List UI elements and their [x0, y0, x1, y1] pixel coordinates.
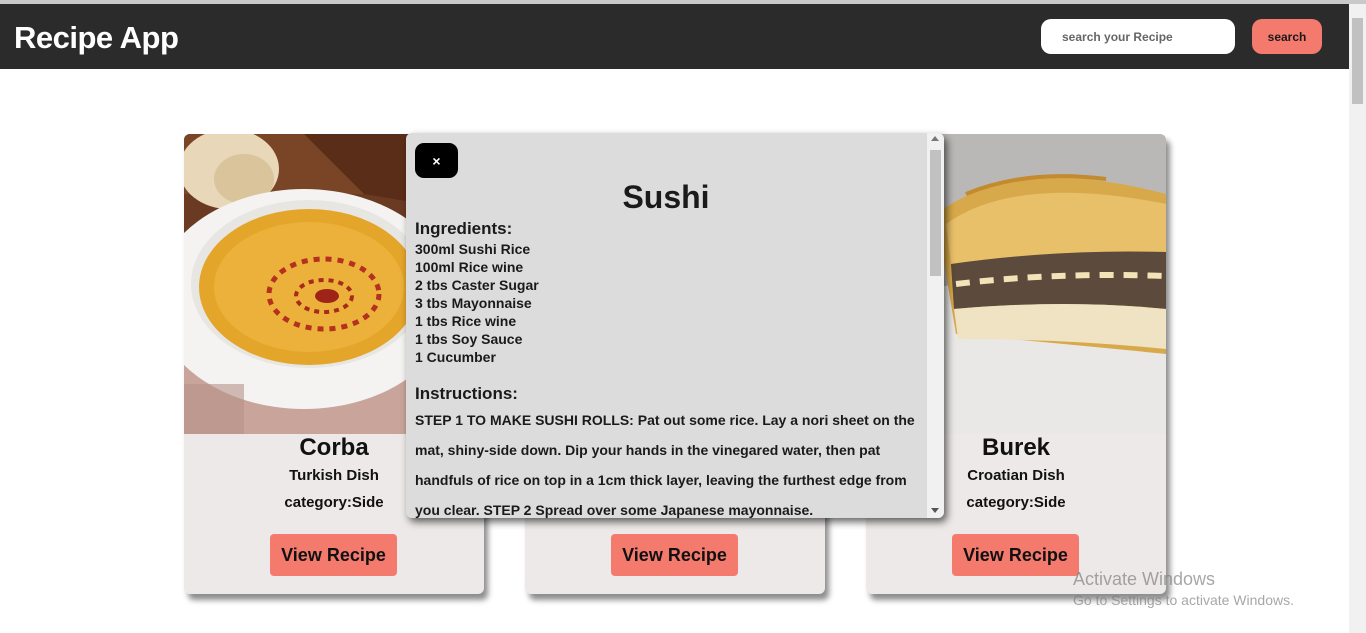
search-input[interactable] [1041, 19, 1235, 54]
scroll-down-arrow-icon[interactable] [931, 508, 939, 513]
modal-scrollbar[interactable] [927, 133, 944, 518]
modal-scrollbar-thumb[interactable] [930, 150, 941, 276]
instructions-heading: Instructions: [415, 384, 518, 403]
view-recipe-button-sushi[interactable]: View Recipe [611, 534, 738, 576]
instructions-text: STEP 1 TO MAKE SUSHI ROLLS: Pat out some… [415, 412, 915, 518]
app-title: Recipe App [14, 20, 179, 55]
view-recipe-button-burek[interactable]: View Recipe [952, 534, 1079, 576]
ingredient-item: 1 tbs Soy Sauce [415, 331, 523, 347]
ingredient-item: 1 Cucumber [415, 349, 496, 365]
watermark-subtitle: Go to Settings to activate Windows. [1073, 592, 1294, 608]
activate-windows-watermark: Activate Windows Go to Settings to activ… [1073, 569, 1294, 608]
close-button[interactable]: × [415, 143, 458, 178]
page-scrollbar-thumb[interactable] [1352, 18, 1363, 104]
ingredient-item: 2 tbs Caster Sugar [415, 277, 539, 293]
search-button[interactable]: search [1252, 19, 1322, 54]
ingredient-item: 100ml Rice wine [415, 259, 524, 275]
page-scrollbar[interactable] [1349, 4, 1366, 633]
ingredients-heading: Ingredients: [415, 219, 513, 238]
modal-title: Sushi [622, 179, 710, 215]
view-recipe-button-corba[interactable]: View Recipe [270, 534, 397, 576]
recipe-details-modal: × Sushi Ingredients: 300ml Sushi Rice 10… [406, 133, 944, 518]
ingredient-item: 3 tbs Mayonnaise [415, 295, 532, 311]
ingredients-list: 300ml Sushi Rice 100ml Rice wine 2 tbs C… [415, 240, 539, 366]
ingredient-item: 1 tbs Rice wine [415, 313, 517, 329]
scroll-up-arrow-icon[interactable] [931, 136, 939, 141]
app-header: Recipe App search [0, 4, 1349, 69]
watermark-title: Activate Windows [1073, 569, 1216, 589]
ingredient-item: 300ml Sushi Rice [415, 241, 531, 257]
